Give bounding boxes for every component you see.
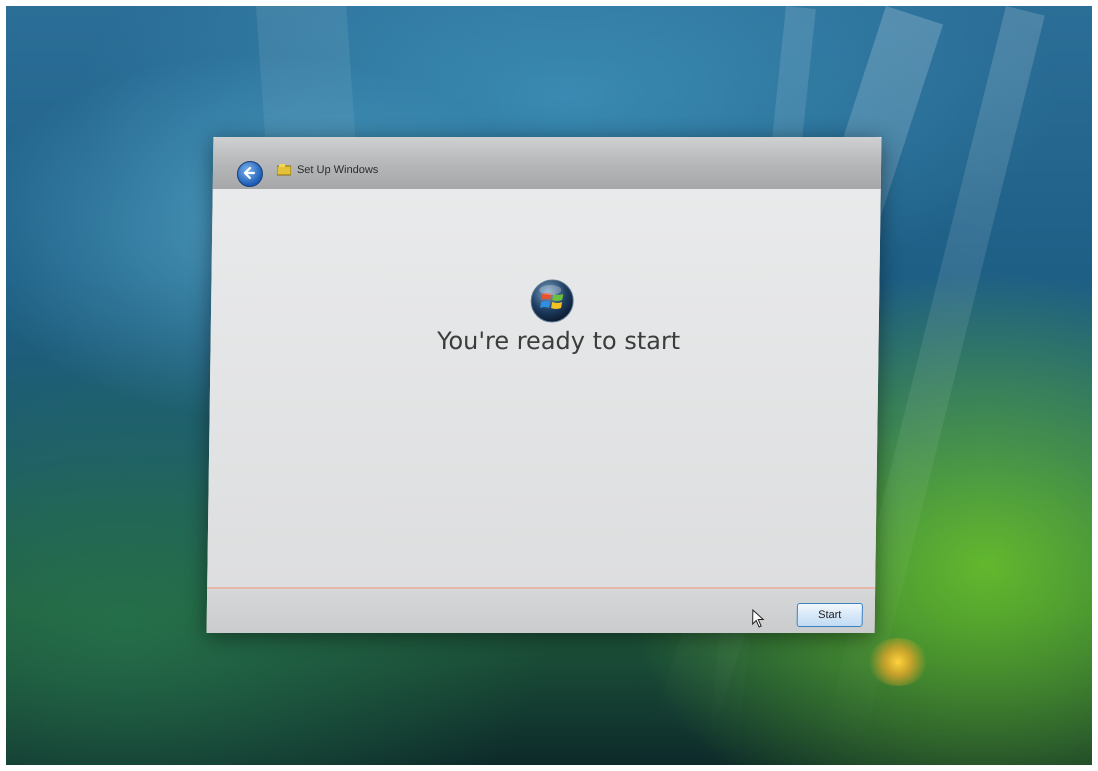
start-button[interactable]: Start — [796, 603, 863, 627]
back-arrow-icon — [243, 166, 256, 180]
photo-frame: Set Up Windows You're ready to start Sta… — [0, 0, 1098, 771]
content-area: You're ready to start — [207, 189, 881, 587]
back-button[interactable] — [236, 161, 264, 187]
light-glow — [868, 638, 928, 686]
window-title: Set Up Windows — [296, 164, 379, 176]
windows-orb-icon — [530, 279, 574, 323]
page-heading: You're ready to start — [436, 327, 681, 355]
mouse-pointer-icon — [752, 609, 765, 628]
footer-bar: Start — [206, 589, 876, 633]
setup-icon — [276, 164, 292, 176]
setup-window: Set Up Windows You're ready to start Sta… — [206, 137, 882, 633]
title-bar: Set Up Windows — [212, 137, 882, 189]
